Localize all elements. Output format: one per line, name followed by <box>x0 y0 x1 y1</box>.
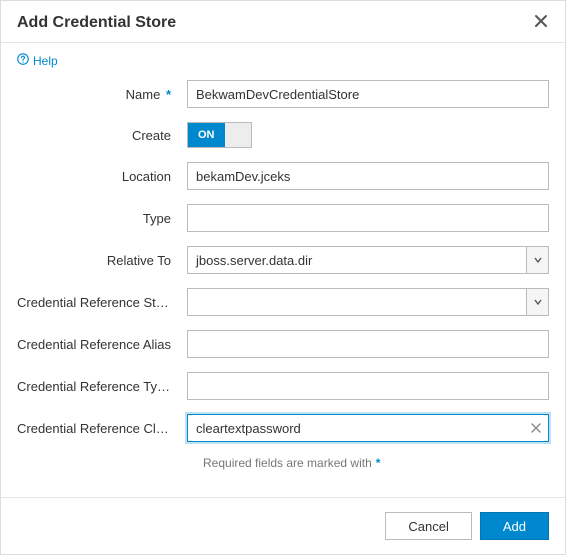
toggle-knob <box>225 123 251 147</box>
close-icon[interactable] <box>533 13 549 32</box>
cred-ref-store-select[interactable] <box>187 288 549 316</box>
required-asterisk-icon: * <box>376 456 381 470</box>
help-icon <box>17 53 29 68</box>
label-cred-ref-type: Credential Reference Type <box>17 379 187 394</box>
label-name: Name * <box>17 87 187 102</box>
add-credential-store-dialog: Add Credential Store Help Name * Create … <box>0 0 566 555</box>
label-type: Type <box>17 211 187 226</box>
name-input[interactable] <box>187 80 549 108</box>
label-cred-ref-clear: Credential Reference Clea… <box>17 421 187 436</box>
required-note: Required fields are marked with * <box>203 456 549 470</box>
row-cred-ref-store: Credential Reference Store <box>17 288 549 316</box>
create-toggle[interactable]: ON <box>187 122 252 148</box>
row-location: Location <box>17 162 549 190</box>
type-input[interactable] <box>187 204 549 232</box>
location-input[interactable] <box>187 162 549 190</box>
label-location: Location <box>17 169 187 184</box>
row-relative-to: Relative To jboss.server.data.dir <box>17 246 549 274</box>
cred-ref-alias-input[interactable] <box>187 330 549 358</box>
row-cred-ref-clear: Credential Reference Clea… <box>17 414 549 442</box>
cred-ref-clear-input[interactable] <box>187 414 549 442</box>
dialog-header: Add Credential Store <box>1 1 565 43</box>
add-button[interactable]: Add <box>480 512 549 540</box>
help-label: Help <box>33 54 58 68</box>
chevron-down-icon <box>526 289 548 315</box>
label-relative-to: Relative To <box>17 253 187 268</box>
cred-ref-type-input[interactable] <box>187 372 549 400</box>
label-cred-ref-alias: Credential Reference Alias <box>17 337 187 352</box>
row-cred-ref-alias: Credential Reference Alias <box>17 330 549 358</box>
label-cred-ref-store: Credential Reference Store <box>17 295 187 310</box>
label-create: Create <box>17 128 187 143</box>
cancel-button[interactable]: Cancel <box>385 512 471 540</box>
row-name: Name * <box>17 80 549 108</box>
toggle-on-label: ON <box>188 123 225 147</box>
row-create: Create ON <box>17 122 549 148</box>
dialog-title: Add Credential Store <box>17 14 176 32</box>
clear-input-icon[interactable] <box>529 421 543 435</box>
row-cred-ref-type: Credential Reference Type <box>17 372 549 400</box>
relative-to-value: jboss.server.data.dir <box>188 247 526 273</box>
relative-to-select[interactable]: jboss.server.data.dir <box>187 246 549 274</box>
row-type: Type <box>17 204 549 232</box>
dialog-footer: Cancel Add <box>1 497 565 554</box>
cred-ref-store-value <box>188 289 526 315</box>
form-body: Name * Create ON Location Type <box>1 72 565 497</box>
required-asterisk-icon: * <box>166 87 171 102</box>
chevron-down-icon <box>526 247 548 273</box>
help-link[interactable]: Help <box>1 43 565 72</box>
